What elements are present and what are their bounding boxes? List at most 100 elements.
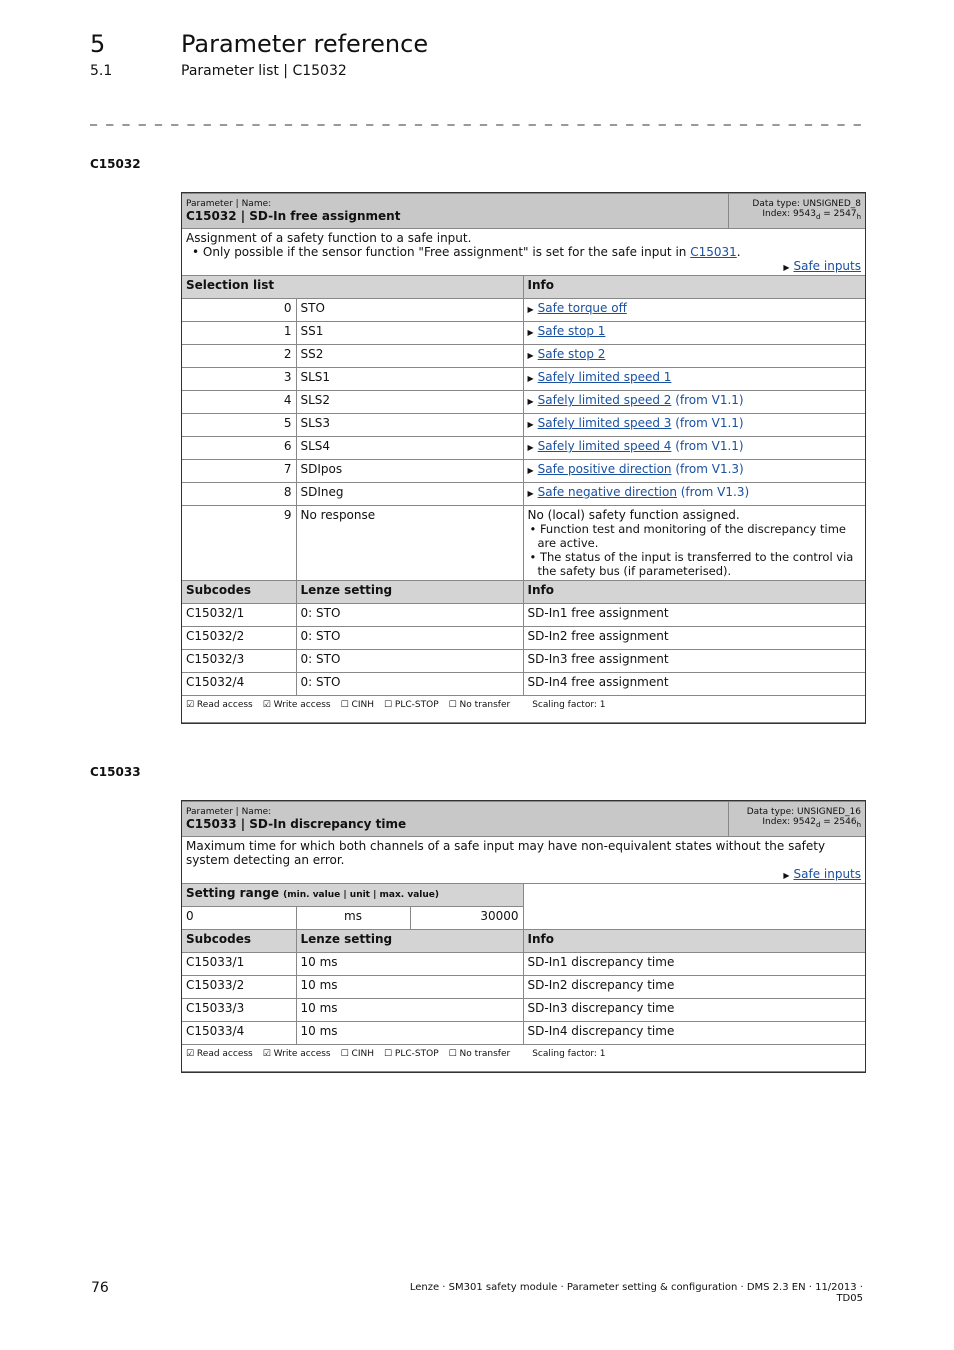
- subcode-info: SD-In2 discrepancy time: [522, 975, 866, 999]
- sel-value: No response: [295, 505, 523, 581]
- triangle-icon: ▶: [527, 374, 534, 383]
- info-link[interactable]: Safely limited speed 1: [538, 370, 672, 384]
- unit: ms: [295, 906, 410, 930]
- subcode-row: C15032/2 0: STO SD-In2 free assignment: [182, 626, 865, 650]
- access-flag: Scaling factor: 1: [532, 700, 606, 710]
- sel-value: SDIpos: [295, 459, 523, 483]
- description: Maximum time for which both channels of …: [186, 839, 826, 867]
- subcode: C15032/1: [182, 603, 296, 627]
- sel-number: 9: [182, 505, 296, 581]
- access-flag: ☑ Write access: [262, 1049, 331, 1059]
- description-bullet: • Only possible if the sensor function "…: [192, 245, 741, 259]
- link-safe-inputs[interactable]: Safe inputs: [794, 867, 862, 881]
- subcode-info: SD-In1 free assignment: [522, 603, 865, 627]
- section-number: 5.1: [90, 63, 113, 79]
- triangle-icon: ▶: [527, 466, 534, 475]
- row9-info: No (local) safety function assigned.: [527, 508, 740, 522]
- sel-value: SDIneg: [295, 482, 523, 506]
- selection-row: 8 SDIneg ▶ Safe negative direction (from V1…: [182, 482, 865, 506]
- access-flag: ☑ Read access: [186, 700, 253, 710]
- selection-row: 2 SS2 ▶ Safe stop 2: [182, 344, 865, 368]
- subcode-row: C15032/1 0: STO SD-In1 free assignment: [182, 603, 865, 627]
- selection-row: 1 SS1 ▶ Safe stop 1: [182, 321, 865, 345]
- access-flag: ☐ PLC-STOP: [384, 1049, 439, 1059]
- subcode-info: SD-In2 free assignment: [522, 626, 865, 650]
- selection-row: 7 SDIpos ▶ Safe positive direction (from V1…: [182, 459, 865, 483]
- subcode: C15032/2: [182, 626, 296, 650]
- sel-number: 1: [182, 321, 296, 345]
- access-flag: Scaling factor: 1: [532, 1049, 606, 1059]
- divider: _ _ _ _ _ _ _ _ _ _ _ _ _ _ _ _ _ _ _ _ …: [90, 110, 862, 126]
- access-flag: ☐ No transfer: [448, 1049, 511, 1059]
- sel-number: 0: [182, 298, 296, 322]
- info-link[interactable]: Safe stop 2: [538, 347, 606, 361]
- info-header: Info: [522, 275, 865, 299]
- info-link[interactable]: Safe positive direction: [538, 462, 672, 476]
- selection-row: 6 SLS4 ▶ Safely limited speed 4 (from V1.1): [182, 436, 865, 460]
- access-flag: ☑ Write access: [262, 700, 331, 710]
- subcodes-header: Subcodes: [182, 580, 296, 604]
- triangle-icon: ▶: [527, 489, 534, 498]
- selection-list-header: Selection list: [182, 275, 523, 299]
- lenze-setting: 0: STO: [295, 626, 523, 650]
- subcode-row: C15033/3 10 ms SD-In3 discrepancy time: [182, 998, 866, 1022]
- page: 5 Parameter reference 5.1 Parameter list…: [0, 0, 954, 1350]
- subcode-info: SD-In3 discrepancy time: [522, 998, 866, 1022]
- param-label: Parameter | Name:: [186, 199, 272, 209]
- section-title: Parameter list | C15032: [181, 63, 347, 79]
- link-c15031[interactable]: C15031: [690, 245, 737, 259]
- subcode-info: SD-In4 free assignment: [522, 672, 865, 696]
- subcode: C15033/2: [182, 975, 296, 999]
- subcode-info: SD-In3 free assignment: [522, 649, 865, 673]
- lenze-setting-header: Lenze setting: [295, 929, 523, 953]
- access-flag: ☐ CINH: [340, 1049, 374, 1059]
- access-footer: ☑ Read access ☑ Write access ☐ CINH ☐ PLC-S…: [182, 695, 865, 723]
- lenze-setting: 10 ms: [295, 1021, 523, 1045]
- param-name: C15032 | SD-In free assignment: [186, 209, 401, 223]
- index: Index: 9543d = 2547h: [762, 209, 861, 221]
- access-flag: ☐ No transfer: [448, 700, 511, 710]
- info-link[interactable]: Safely limited speed 3: [538, 416, 672, 430]
- info-link[interactable]: Safe torque off: [538, 301, 627, 315]
- selection-row: 4 SLS2 ▶ Safely limited speed 2 (from V1.1): [182, 390, 865, 414]
- sel-number: 7: [182, 459, 296, 483]
- min-value: 0: [182, 906, 296, 930]
- triangle-icon: ▶: [527, 351, 534, 360]
- subcode: C15032/4: [182, 672, 296, 696]
- triangle-icon: ▶: [527, 305, 534, 314]
- param-heading: C15033: [90, 765, 141, 779]
- subcode-row: C15033/1 10 ms SD-In1 discrepancy time: [182, 952, 866, 976]
- sel-number: 5: [182, 413, 296, 437]
- access-footer: ☑ Read access ☑ Write access ☐ CINH ☐ PLC-S…: [182, 1044, 866, 1072]
- sel-number: 6: [182, 436, 296, 460]
- info-link[interactable]: Safely limited speed 4: [538, 439, 672, 453]
- access-flag: ☐ PLC-STOP: [384, 700, 439, 710]
- selection-row: 5 SLS3 ▶ Safely limited speed 3 (from V1.1): [182, 413, 865, 437]
- link-safe-inputs[interactable]: Safe inputs: [793, 259, 861, 273]
- subcode: C15033/3: [182, 998, 296, 1022]
- lenze-setting: 0: STO: [295, 649, 523, 673]
- lenze-setting-header: Lenze setting: [295, 580, 523, 604]
- subcode-info: SD-In4 discrepancy time: [522, 1021, 866, 1045]
- version-note: (from V1.3): [671, 462, 744, 476]
- sel-value: SS2: [295, 344, 523, 368]
- subcode-info: SD-In1 discrepancy time: [522, 952, 866, 976]
- version-note: (from V1.1): [671, 393, 744, 407]
- selection-row: 0 STO ▶ Safe torque off: [182, 298, 865, 322]
- triangle-icon: ▶: [783, 871, 790, 880]
- sel-number: 4: [182, 390, 296, 414]
- sel-value: SLS4: [295, 436, 523, 460]
- page-footer: Lenze · SM301 safety module · Parameter …: [409, 1282, 863, 1304]
- param-heading: C15032: [90, 157, 141, 171]
- version-note: (from V1.1): [671, 439, 744, 453]
- subcode-row: C15032/4 0: STO SD-In4 free assignment: [182, 672, 865, 696]
- setting-range-header: Setting range (min. value | unit | max. …: [182, 883, 523, 907]
- access-flag: ☐ CINH: [340, 700, 374, 710]
- subcode: C15033/1: [182, 952, 296, 976]
- data-type: Data type: UNSIGNED_8: [752, 199, 861, 209]
- selection-row: 3 SLS1 ▶ Safely limited speed 1: [182, 367, 865, 391]
- info-link[interactable]: Safe negative direction: [538, 485, 677, 499]
- info-link[interactable]: Safe stop 1: [538, 324, 606, 338]
- info-link[interactable]: Safely limited speed 2: [538, 393, 672, 407]
- subcode-row: C15032/3 0: STO SD-In3 free assignment: [182, 649, 865, 673]
